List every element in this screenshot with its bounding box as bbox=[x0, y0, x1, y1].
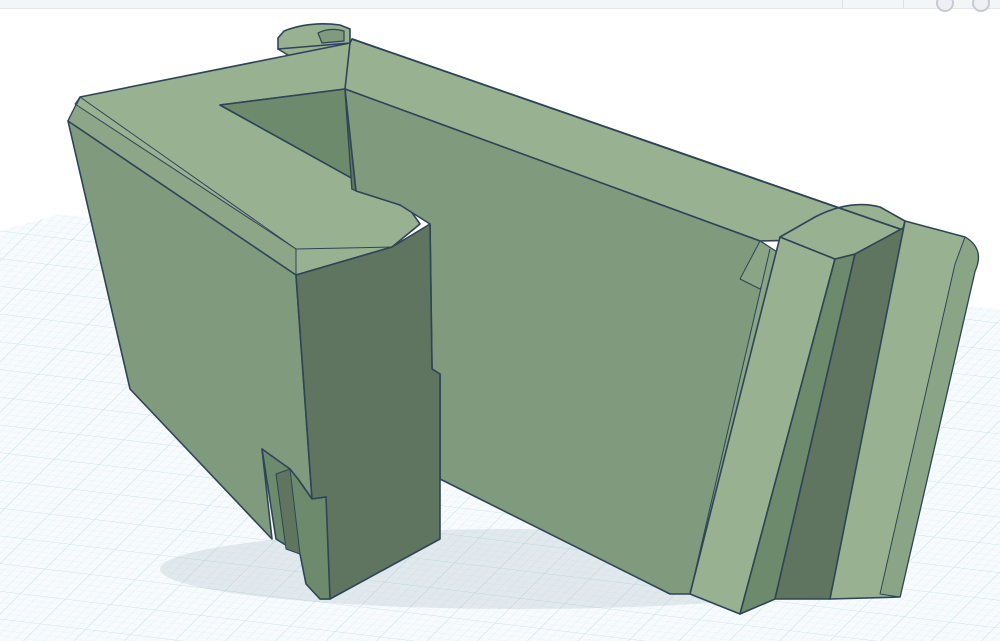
tinkercad-app bbox=[0, 0, 1000, 641]
toolbar-divider bbox=[903, 0, 904, 8]
workplane-scene bbox=[0, 23, 1000, 641]
3d-workspace-viewport[interactable] bbox=[0, 9, 1000, 641]
toolbar-strip bbox=[0, 0, 1000, 12]
toolbar-divider bbox=[842, 0, 843, 8]
